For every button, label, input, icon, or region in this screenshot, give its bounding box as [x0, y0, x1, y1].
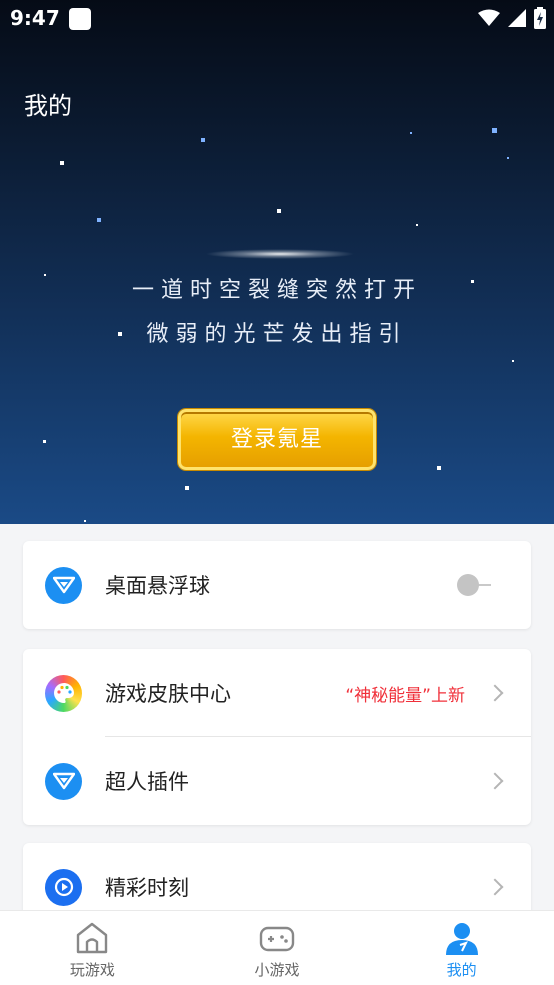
nav-label: 玩游戏	[69, 961, 115, 979]
star-decoration	[185, 486, 189, 490]
nav-item-play-games[interactable]: 玩游戏	[0, 911, 185, 985]
superman-plugin-label: 超人插件	[105, 770, 189, 794]
chevron-right-icon	[486, 772, 504, 790]
star-decoration	[507, 157, 509, 159]
palette-icon	[45, 674, 82, 712]
highlights-label: 精彩时刻	[105, 876, 189, 900]
star-decoration	[277, 209, 281, 213]
star-decoration	[43, 440, 46, 443]
star-decoration	[437, 466, 441, 470]
gamepad-icon	[259, 926, 295, 952]
skin-center-label: 游戏皮肤中心	[105, 682, 231, 706]
shield-logo-icon	[45, 566, 82, 604]
skin-center-row[interactable]: 游戏皮肤中心 “神秘能量”上新	[23, 649, 531, 737]
toggle-knob	[457, 574, 479, 596]
shield-logo-icon	[45, 762, 82, 800]
floating-ball-row[interactable]: 桌面悬浮球	[23, 541, 531, 629]
bottom-nav: 玩游戏 小游戏 我的	[0, 910, 554, 985]
notification-icon	[69, 8, 91, 30]
chevron-right-icon	[486, 684, 504, 702]
features-card: 游戏皮肤中心 “神秘能量”上新 超人插件	[23, 649, 531, 825]
nav-label: 我的	[446, 961, 477, 979]
login-button[interactable]: 登录氪星	[178, 409, 376, 470]
nav-item-mini-games[interactable]: 小游戏	[185, 911, 370, 985]
cellular-icon	[508, 9, 526, 27]
home-icon	[77, 922, 108, 954]
status-icons	[478, 7, 546, 29]
chevron-right-icon	[486, 878, 504, 896]
user-icon	[445, 923, 478, 955]
star-decoration	[492, 128, 497, 133]
star-decoration	[416, 224, 418, 226]
superman-plugin-row[interactable]: 超人插件	[23, 737, 531, 825]
light-glow	[205, 249, 355, 259]
star-decoration	[60, 161, 64, 165]
star-decoration	[201, 138, 205, 142]
battery-icon	[534, 7, 546, 29]
play-icon	[45, 868, 82, 906]
page-title: 我的	[24, 92, 72, 120]
status-time: 9:47	[10, 6, 60, 30]
floating-ball-label: 桌面悬浮球	[105, 574, 210, 598]
skin-promo-badge: “神秘能量”上新	[345, 685, 465, 706]
star-decoration	[84, 520, 86, 522]
nav-label: 小游戏	[254, 961, 300, 979]
nav-item-mine[interactable]: 我的	[369, 911, 554, 985]
star-decoration	[410, 132, 412, 134]
wifi-icon	[478, 9, 500, 26]
tagline-line2: 微弱的光芒发出指引	[146, 322, 408, 347]
tagline-line1: 一道时空裂缝突然打开	[131, 278, 422, 303]
floating-ball-toggle[interactable]	[457, 574, 491, 596]
star-decoration	[97, 218, 101, 222]
status-bar: 9:47	[0, 0, 554, 38]
star-decoration	[512, 360, 514, 362]
floating-ball-card: 桌面悬浮球	[23, 541, 531, 629]
profile-header: 9:47 我的 一道时空裂缝突然打开 微弱的光芒发出指引 登录氪星	[0, 0, 554, 524]
